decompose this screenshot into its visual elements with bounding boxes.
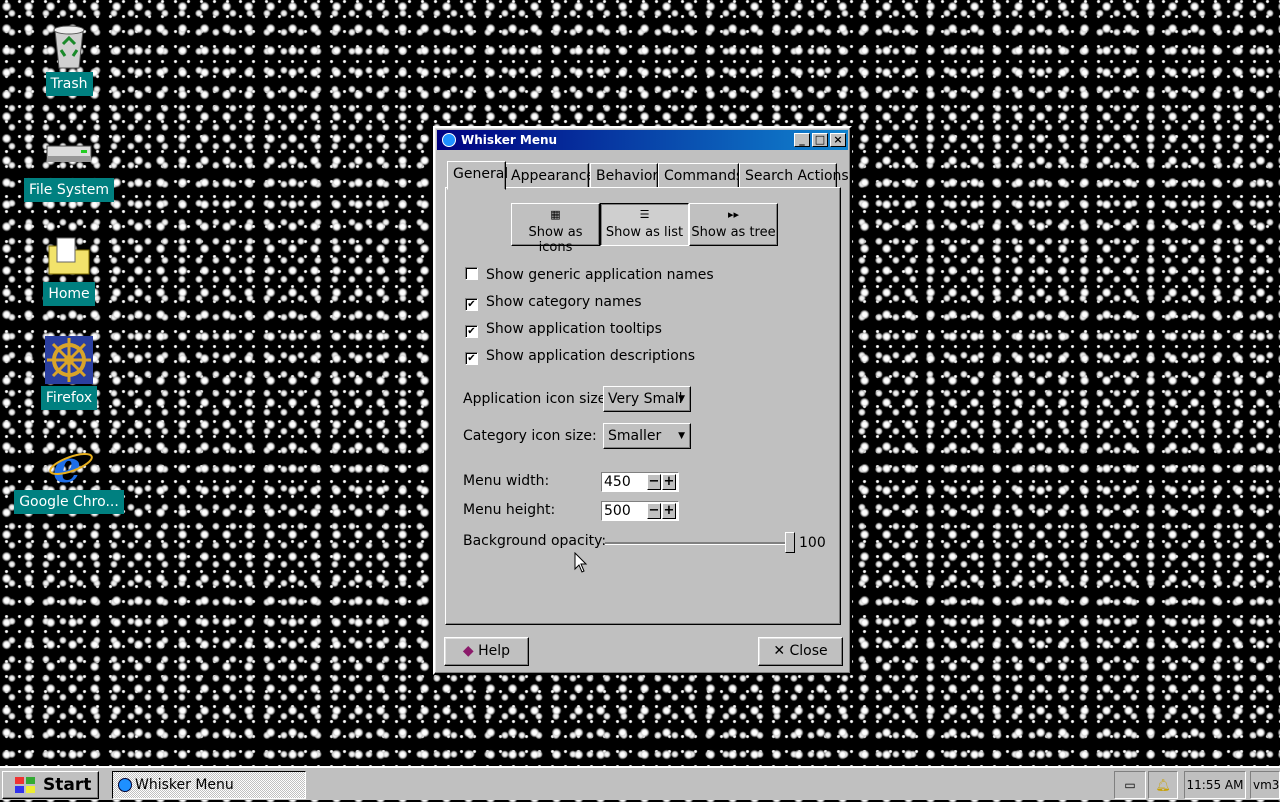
checkbox-app-descriptions[interactable]: ✔ Show application descriptions [465,347,695,365]
menu-height-spinner[interactable]: 500 − + [601,501,679,521]
ship-wheel-icon [45,336,93,384]
checkbox-box[interactable]: ✔ [465,298,478,311]
close-button[interactable]: ✕ Close [758,637,843,666]
desktop-icon-label: Home [43,282,95,306]
svg-text:e: e [53,442,81,488]
show-as-tree-button[interactable]: ▸▸ Show as tree [689,203,778,246]
taskbar: Start Whisker Menu ▭ 🔔︎ 11:55 AM vm3 [0,766,1280,800]
opacity-slider-thumb[interactable] [785,532,795,553]
whisker-menu-window: Whisker Menu _ □ × General Appearance Be… [433,126,852,675]
taskbar-item-label: Whisker Menu [135,777,234,793]
checkbox-app-tooltips[interactable]: ✔ Show application tooltips [465,320,662,338]
desktop-icon-home[interactable]: Home [14,232,124,306]
menu-height-value: 500 [604,503,631,519]
app-icon-size-label: Application icon size: [463,391,612,407]
checkbox-box[interactable] [465,267,478,280]
tab-appearance[interactable]: Appearance [505,163,595,188]
checkbox-box[interactable]: ✔ [465,325,478,338]
tree-icon: ▸▸ [727,208,740,221]
menu-width-spinner[interactable]: 450 − + [601,472,679,492]
list-icon: ☰ [639,208,650,221]
app-icon [442,133,456,147]
network-icon: ▭ [1124,778,1136,792]
decrement-button[interactable]: − [647,503,661,519]
desktop-icon-firefox[interactable]: Firefox [14,336,124,410]
grid-icon: ▦ [550,208,561,221]
opacity-value: 100 [799,535,826,551]
tab-search-actions[interactable]: Search Actions [739,163,849,188]
close-label: Close [789,643,828,659]
minimize-button[interactable]: _ [794,133,810,147]
show-as-list-label: Show as list [605,225,684,240]
workspace-text: vm3 [1253,778,1280,792]
close-window-button[interactable]: × [830,133,846,147]
desktop-icon-google-chrome[interactable]: e Google Chro... [14,440,124,514]
close-icon: ✕ [773,643,786,659]
maximize-button[interactable]: □ [812,133,828,147]
tray-network[interactable]: ▭ [1114,771,1146,799]
category-icon-size-value: Smaller [608,428,662,444]
desktop-icon-label: File System [23,178,115,202]
workspace-label[interactable]: vm3 [1250,771,1280,799]
menu-width-label: Menu width: [463,473,550,489]
trash-icon [45,22,93,70]
increment-button[interactable]: + [662,503,676,519]
folder-icon [45,232,93,280]
start-button[interactable]: Start [2,771,99,799]
increment-button[interactable]: + [662,474,676,490]
show-as-icons-button[interactable]: ▦ Show as icons [511,203,600,255]
menu-width-value: 450 [604,474,631,490]
clock[interactable]: 11:55 AM [1184,771,1246,799]
start-label: Start [43,775,92,795]
window-title: Whisker Menu [461,133,558,147]
menu-height-label: Menu height: [463,502,556,518]
checkbox-label: Show generic application names [486,267,714,283]
bell-icon: 🔔︎ [1155,778,1171,792]
app-icon [118,778,132,792]
tab-general[interactable]: General [447,161,508,190]
desktop-icon-file-system[interactable]: File System [14,128,124,202]
tray-notifications[interactable]: 🔔︎ [1148,771,1178,799]
checkbox-label: Show category names [486,294,642,310]
taskbar-item-whisker-menu[interactable]: Whisker Menu [112,771,306,799]
show-as-icons-label: Show as icons [528,225,583,255]
show-as-tree-label: Show as tree [691,225,776,240]
background-opacity-label: Background opacity: [463,533,607,549]
clock-time: 11:55 AM [1186,778,1244,792]
help-label: Help [478,643,511,659]
tab-commands[interactable]: Commands [658,163,743,188]
help-book-icon: ◆ [462,643,474,659]
desktop-icon-label: Firefox [40,386,98,410]
desktop-icon-trash[interactable]: Trash [14,22,124,96]
category-icon-size-select[interactable]: Smaller ▼ [603,423,691,449]
desktop-icon-label: Trash [45,72,93,96]
desktop-icon-label: Google Chro... [14,490,124,514]
checkbox-category-names[interactable]: ✔ Show category names [465,293,642,311]
checkbox-label: Show application descriptions [486,348,696,364]
browser-e-icon: e [45,440,93,493]
title-bar[interactable]: Whisker Menu _ □ × [437,130,848,150]
opacity-slider-track[interactable] [605,542,793,545]
show-as-list-button[interactable]: ☰ Show as list [600,203,689,246]
checkbox-generic-names[interactable]: Show generic application names [465,266,714,284]
drive-icon [45,128,93,176]
dropdown-arrow-icon: ▼ [678,394,685,404]
checkbox-label: Show application tooltips [486,321,662,337]
help-button[interactable]: ◆ Help [444,637,529,666]
tab-behavior[interactable]: Behavior [590,163,658,188]
app-icon-size-select[interactable]: Very Small ▼ [603,386,691,412]
checkbox-box[interactable]: ✔ [465,352,478,365]
windows-logo-icon [13,776,37,794]
mouse-pointer-icon [574,551,588,578]
app-icon-size-value: Very Small [608,391,683,407]
decrement-button[interactable]: − [647,474,661,490]
dropdown-arrow-icon: ▼ [678,431,685,441]
category-icon-size-label: Category icon size: [463,428,597,444]
